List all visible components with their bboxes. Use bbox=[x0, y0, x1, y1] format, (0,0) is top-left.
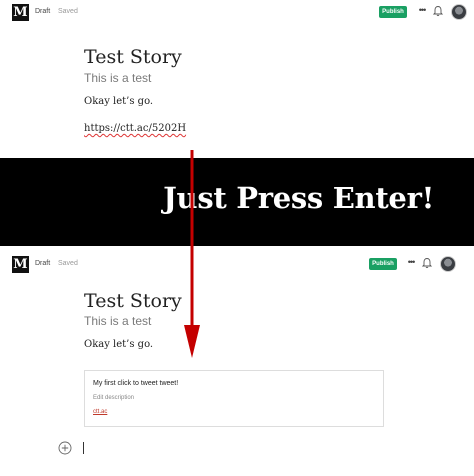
saved-status: Saved bbox=[58, 260, 78, 267]
publish-button[interactable]: Publish bbox=[369, 258, 397, 270]
editor-topbar: M Draft Saved Publish ••• bbox=[0, 252, 474, 278]
story-subtitle[interactable]: This is a test bbox=[84, 71, 151, 85]
story-title[interactable]: Test Story bbox=[84, 290, 182, 312]
tweet-embed-card[interactable]: My first click to tweet tweet! Edit desc… bbox=[84, 370, 384, 427]
bell-icon[interactable] bbox=[433, 5, 443, 17]
story-subtitle[interactable]: This is a test bbox=[84, 314, 151, 328]
medium-logo[interactable]: M bbox=[12, 4, 29, 21]
more-horizontal-icon[interactable]: ••• bbox=[416, 4, 428, 16]
embed-description[interactable]: Edit description bbox=[93, 395, 134, 401]
publish-button[interactable]: Publish bbox=[379, 6, 407, 18]
draft-status: Draft bbox=[35, 260, 51, 267]
pasted-link[interactable]: https://ctt.ac/5202H bbox=[84, 123, 186, 134]
saved-status: Saved bbox=[58, 8, 78, 15]
medium-logo[interactable]: M bbox=[12, 256, 29, 273]
text-cursor bbox=[83, 442, 84, 454]
editor-topbar: M Draft Saved Publish ••• bbox=[0, 0, 474, 26]
embed-title[interactable]: My first click to tweet tweet! bbox=[93, 380, 178, 387]
draft-status: Draft bbox=[35, 8, 51, 15]
banner-text: Just Press Enter! bbox=[163, 181, 434, 215]
story-title[interactable]: Test Story bbox=[84, 46, 182, 68]
editor-before-panel: M Draft Saved Publish ••• Test Story Thi… bbox=[0, 0, 474, 158]
avatar[interactable] bbox=[440, 256, 456, 272]
bell-icon[interactable] bbox=[422, 257, 432, 269]
story-paragraph[interactable]: Okay let’s go. bbox=[84, 339, 153, 350]
more-horizontal-icon[interactable]: ••• bbox=[405, 256, 417, 268]
embed-domain-link[interactable]: ctt.ac bbox=[93, 409, 107, 415]
instruction-banner: Just Press Enter! bbox=[0, 158, 474, 246]
avatar[interactable] bbox=[451, 4, 467, 20]
story-paragraph[interactable]: Okay let’s go. bbox=[84, 96, 153, 107]
add-plus-icon[interactable] bbox=[58, 441, 72, 455]
